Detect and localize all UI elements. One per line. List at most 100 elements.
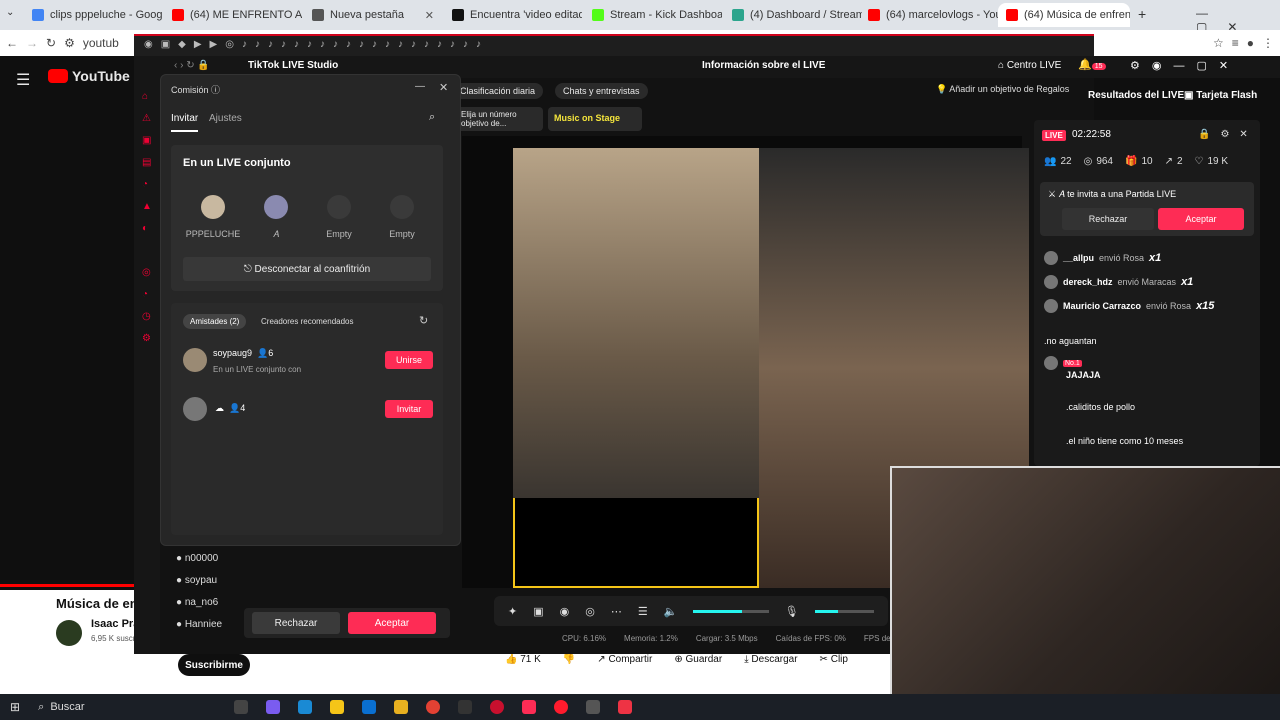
clip-button[interactable]: ✂ Clip [820,654,848,665]
app-icon[interactable] [618,700,633,714]
flash-card[interactable]: ▣ Tarjeta Flash [1184,90,1257,101]
start-icon[interactable]: ⊞ [10,700,20,714]
guest-slot[interactable]: 𝐴 [248,195,304,240]
invite-button[interactable]: Invitar [385,400,433,418]
live-stats: 👥 22 ◎ 964 🎁 10 ↗ 2 ♡ 19 K [1044,156,1228,167]
ranking-chip[interactable]: Clasificación diaria [452,83,544,99]
task-view-icon[interactable] [234,700,249,714]
chats-chip[interactable]: Chats y entrevistas [555,83,648,99]
tab-list-icon[interactable]: ⌄ [6,7,14,18]
centro-live-button[interactable]: ⌂ Centro LIVE [998,60,1061,71]
tab-settings[interactable]: Ajustes [209,113,242,124]
browser-tab[interactable]: (64) marcelovlogs - YouT✕ [860,3,998,27]
subscribe-button[interactable]: Suscribirme [178,654,250,676]
dislike-button[interactable]: 👎 [563,654,575,665]
effects-icon[interactable]: ◎ [585,605,595,618]
browser-tab[interactable]: (64) ME ENFRENTO A DU✕ [164,3,302,27]
refresh-icon[interactable]: ↻ [419,314,428,327]
magic-icon[interactable]: ✦ [508,605,517,618]
hamburger-icon[interactable]: ☰ [16,70,30,90]
share-button[interactable]: ↗ Compartir [597,654,652,665]
volume-slider[interactable] [693,609,769,613]
minimize-icon[interactable]: — [415,81,425,92]
sidebar-icons[interactable]: ⌂ ⚠ ▣ ▤ ◔ ▲ ◐ ◎ ◔ ◷ ⚙ [142,86,152,350]
download-button[interactable]: ⤓ Descargar [744,654,797,665]
invite-text: ⚔ 𝐴 te invita a una Partida LIVE [1048,189,1177,199]
progress-bar[interactable] [0,584,134,587]
friend-name: soypaug9 👤6 [213,348,274,358]
layout-icon[interactable]: ▣ [533,605,543,618]
chat-message: .no aguantan [1044,336,1097,346]
reject-battle-button[interactable]: Rechazar [1062,208,1154,230]
save-button[interactable]: ⊕ Guardar [674,654,722,665]
friend-status: En un LIVE conjunto con [213,365,302,374]
tab-label: Stream - Kick Dashboard [610,9,722,21]
reload-icon[interactable]: ↻ [46,36,56,50]
url-input[interactable]: youtub [83,36,119,50]
live-info-title[interactable]: Información sobre el LIVE [702,60,825,71]
opera-shortcuts[interactable]: ◉▣◆▶▶◎♪♪♪♪♪♪♪♪♪♪♪♪♪♪♪♪♪♪♪ [144,39,489,50]
bookmark-icon[interactable]: ☆ [1213,36,1224,50]
rank-goal-card[interactable]: Elija un número objetivo de... [455,107,543,131]
browser-tab[interactable]: (4) Dashboard / Streamla✕ [724,3,862,27]
nav-icons[interactable]: ‹ › ↻ 🔒 [174,60,210,71]
filter-recommended[interactable]: Creadores recomendados [261,317,354,326]
menu-icon[interactable]: ⋮ [1262,36,1274,50]
live-results-title[interactable]: Resultados del LIVE [1088,90,1184,101]
tab-invite[interactable]: Invitar [171,113,199,132]
studio-window-controls[interactable]: ⚙◉—▢✕ [1130,59,1240,72]
tiktok-studio-icon[interactable] [522,700,537,714]
browser-tab[interactable]: Nueva pestaña ✕ [304,3,442,27]
youtube-logo[interactable]: YouTube MX [48,68,144,84]
disconnect-cohost-button[interactable]: ⎋ Desconectar al coanfitrión [183,257,431,281]
back-icon[interactable]: ← [6,36,18,50]
browser-tab[interactable]: Encuentra 'video editado✕ [444,3,582,27]
app-icon[interactable] [458,700,473,714]
channel-avatar[interactable] [56,620,82,646]
bell-icon[interactable]: 🔔 15 [1078,58,1106,71]
more-icon[interactable]: ⋯ [611,605,622,618]
file-explorer-icon[interactable] [330,700,345,714]
accept-button-bottom[interactable]: Aceptar [348,612,436,634]
accept-battle-button[interactable]: Aceptar [1158,208,1244,230]
copilot-icon[interactable] [266,700,281,714]
edge-icon[interactable] [298,700,313,714]
speaker-icon[interactable]: 🔈 [664,605,678,618]
filter-friends[interactable]: Amistades (2) [183,314,247,329]
record-icon[interactable]: ◉ [560,605,570,618]
folder-icon[interactable] [394,700,409,714]
forward-icon[interactable]: → [26,36,38,50]
mic-slider[interactable] [814,609,874,613]
new-tab-button[interactable]: + [1138,6,1146,22]
store-icon[interactable] [362,700,377,714]
search-icon[interactable]: ⌕ [429,111,435,124]
settings-icon[interactable]: ☰ [638,605,648,618]
tab-label: (64) Música de enfrentan [1024,9,1130,21]
chrome-icon[interactable] [426,700,441,714]
friends-section: Amistades (2) Creadores recomendados ↻ s… [171,303,443,535]
reject-button-bottom[interactable]: Rechazar [252,612,340,634]
obs-icon[interactable] [586,700,601,714]
profile-icon[interactable]: ● [1247,36,1254,50]
browser-tab[interactable]: Stream - Kick Dashboard✕ [584,3,722,27]
like-button[interactable]: 👍 71 K [505,654,541,665]
mic-icon[interactable]: 🎙 [785,605,799,618]
app-icon[interactable] [490,700,505,714]
join-button[interactable]: Unirse [385,351,433,369]
guest-slot-empty[interactable]: Empty [374,195,430,239]
close-icon[interactable]: ✕ [439,81,448,94]
music-on-stage-card[interactable]: Music on Stage [548,107,642,131]
opera-icon[interactable] [554,700,569,714]
extensions-icon[interactable]: ≡ [1232,36,1239,50]
panel-controls[interactable]: 🔒⚙✕ [1198,129,1258,140]
guest-slot[interactable]: PPPELUCHE [185,195,241,239]
memory-stat: Memoria: 1.2% [624,634,678,643]
goal-chip[interactable]: 💡 Añadir un objetivo de Regalos [936,84,1069,95]
close-icon[interactable]: ✕ [425,9,434,22]
site-info-icon[interactable]: ⚙ [64,36,75,50]
search-box[interactable]: ⌕ Buscar [38,701,216,714]
browser-tab[interactable]: clips pppeluche - Google✕ [24,3,162,27]
browser-tab-active[interactable]: (64) Música de enfrentan✕ [998,3,1130,27]
guest-slot-empty[interactable]: Empty [311,195,367,239]
chat-gift-line: __allpu envió Rosa x1 [1044,251,1161,265]
